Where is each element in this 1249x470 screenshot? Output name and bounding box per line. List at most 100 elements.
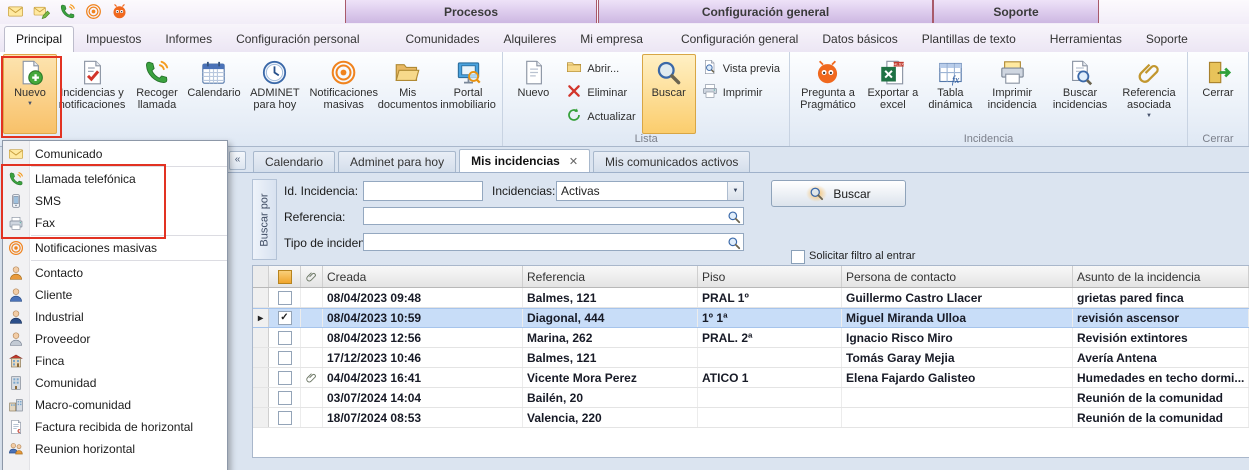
row-checkbox[interactable]: ✓ xyxy=(278,311,292,325)
grid-header-piso[interactable]: Piso xyxy=(698,266,842,287)
doc-tab-calendario[interactable]: Calendario xyxy=(253,151,335,172)
cell-checked[interactable] xyxy=(269,368,301,387)
search-icon[interactable] xyxy=(727,236,741,250)
row-checkbox[interactable] xyxy=(278,411,292,425)
menu-item-llamada-telefónica[interactable]: Llamada telefónica xyxy=(3,168,227,190)
ribbon-tab-datos-básicos[interactable]: Datos básicos xyxy=(810,26,909,52)
menu-item-cliente[interactable]: Cliente xyxy=(3,284,227,306)
buscar-incidencias-button[interactable]: Buscar incidencias xyxy=(1046,54,1114,134)
row-checkbox[interactable] xyxy=(278,291,292,305)
close-tab-icon[interactable]: ✕ xyxy=(569,156,578,168)
ribbon-tab-principal[interactable]: Principal xyxy=(4,26,74,52)
incidencias-combo[interactable]: Activas ▼ xyxy=(556,181,744,201)
tabla-dinámica-button[interactable]: fxTabla dinámica xyxy=(923,54,979,134)
solicitar-filtro-checkbox[interactable] xyxy=(791,250,805,264)
grid-header-persona[interactable]: Persona de contacto xyxy=(842,266,1073,287)
row-checkbox[interactable] xyxy=(278,351,292,365)
mail-icon[interactable] xyxy=(6,2,25,21)
ribbon-tab-configuración-general[interactable]: Configuración general xyxy=(669,26,810,52)
table-row[interactable]: 08/04/2023 09:48Balmes, 121PRAL 1ºGuille… xyxy=(253,288,1249,308)
tipo-incidencia-input[interactable] xyxy=(363,233,744,251)
menu-item-notificaciones-masivas[interactable]: Notificaciones masivas xyxy=(3,237,227,259)
ribbon-tab-configuración-personal[interactable]: Configuración personal xyxy=(224,26,371,52)
select-all-checkbox[interactable] xyxy=(278,270,292,284)
doc-tab-mis-comunicados-activos[interactable]: Mis comunicados activos xyxy=(593,151,750,172)
ribbon-tab-soporte[interactable]: Soporte xyxy=(1134,26,1200,52)
notificaciones-masivas-button[interactable]: Notificaciones masivas xyxy=(309,54,379,134)
ribbon-tab-alquileres[interactable]: Alquileres xyxy=(492,26,569,52)
buscar-button[interactable]: Buscar xyxy=(771,180,906,207)
cell-checked[interactable]: ✓ xyxy=(269,309,301,327)
abrir-button[interactable]: Abrir... xyxy=(562,58,639,79)
row-checkbox[interactable] xyxy=(278,371,292,385)
search-icon[interactable] xyxy=(727,210,741,224)
menu-item-factura-recibida-de-horizontal[interactable]: €Factura recibida de horizontal xyxy=(3,416,227,438)
menu-item-comunicado[interactable]: Comunicado xyxy=(3,143,227,165)
referencia-input[interactable] xyxy=(363,207,744,225)
table-row[interactable]: 08/04/2023 12:56Marina, 262PRAL. 2ªIgnac… xyxy=(253,328,1249,348)
cell-checked[interactable] xyxy=(269,288,301,307)
mass-notifications-icon[interactable] xyxy=(84,2,103,21)
id-incidencia-input[interactable] xyxy=(363,181,483,201)
menu-item-reunion-horizontal[interactable]: Reunion horizontal xyxy=(3,438,227,460)
imprimir-incidencia-button[interactable]: Imprimir incidencia xyxy=(978,54,1046,134)
ribbon-tab-informes[interactable]: Informes xyxy=(153,26,224,52)
combo-arrow-icon[interactable]: ▼ xyxy=(727,182,743,200)
scroll-tabs-left-button[interactable]: « xyxy=(229,151,246,170)
ribbon-tab-mi-empresa[interactable]: Mi empresa xyxy=(568,26,655,52)
incidencias-y-notificaciones-button[interactable]: Incidencias y notificaciones xyxy=(57,54,127,134)
pragmatico-icon[interactable] xyxy=(110,2,129,21)
table-row[interactable]: 18/07/2024 08:53Valencia, 220Reunión de … xyxy=(253,408,1249,428)
grid-header-referencia[interactable]: Referencia xyxy=(523,266,698,287)
referencia-asociada-button[interactable]: Referencia asociada▼ xyxy=(1114,54,1184,134)
adminet-para-hoy-button[interactable]: ADMINET para hoy xyxy=(241,54,309,134)
incoming-call-icon[interactable] xyxy=(58,2,77,21)
cell-checked[interactable] xyxy=(269,408,301,427)
cell-checked[interactable] xyxy=(269,348,301,367)
ribbon-tab-plantillas-de-texto[interactable]: Plantillas de texto xyxy=(910,26,1028,52)
doc-tab-mis-incidencias[interactable]: Mis incidencias✕ xyxy=(459,149,590,172)
menu-item-fax[interactable]: Fax xyxy=(3,212,227,234)
exportar-a-excel-button[interactable]: HLSXExportar a excel xyxy=(863,54,923,134)
doc-tab-adminet-para-hoy[interactable]: Adminet para hoy xyxy=(338,151,456,172)
table-row[interactable]: 04/04/2023 16:41Vicente Mora PerezATICO … xyxy=(253,368,1249,388)
buildings-icon xyxy=(8,397,24,413)
grid-body: 08/04/2023 09:48Balmes, 121PRAL 1ºGuille… xyxy=(253,288,1249,428)
menu-item-industrial[interactable]: Industrial xyxy=(3,306,227,328)
menu-item-finca[interactable]: Finca xyxy=(3,350,227,372)
pregunta-a-pragmático-button[interactable]: Pregunta a Pragmático xyxy=(793,54,863,134)
ribbon-tab-impuestos[interactable]: Impuestos xyxy=(74,26,153,52)
grid-header-asunto[interactable]: Asunto de la incidencia xyxy=(1073,266,1249,287)
menu-item-proveedor[interactable]: Proveedor xyxy=(3,328,227,350)
table-row[interactable]: 03/07/2024 14:04Bailén, 20Reunión de la … xyxy=(253,388,1249,408)
portal-inmobiliario-button[interactable]: Portal inmobiliario xyxy=(437,54,500,134)
table-row[interactable]: ▸✓08/04/2023 10:59Diagonal, 4441º 1ªMigu… xyxy=(253,308,1249,328)
eliminar-button[interactable]: Eliminar xyxy=(562,82,639,103)
compose-mail-icon[interactable] xyxy=(32,2,51,21)
ribbon-tab-herramientas[interactable]: Herramientas xyxy=(1038,26,1134,52)
calendario-button[interactable]: Calendario xyxy=(187,54,241,134)
new-plus-icon xyxy=(17,57,44,87)
row-checkbox[interactable] xyxy=(278,391,292,405)
imprimir-button[interactable]: Imprimir xyxy=(698,82,784,103)
row-checkbox[interactable] xyxy=(278,331,292,345)
table-row[interactable]: 17/12/2023 10:46Balmes, 121Tomás Garay M… xyxy=(253,348,1249,368)
buscar-button[interactable]: Buscar xyxy=(642,54,696,134)
menu-item-macro-comunidad[interactable]: Macro-comunidad xyxy=(3,394,227,416)
ribbon-tab-comunidades[interactable]: Comunidades xyxy=(394,26,492,52)
menu-item-sms[interactable]: SMS xyxy=(3,190,227,212)
menu-item-comunidad[interactable]: Comunidad xyxy=(3,372,227,394)
mis-documentos-button[interactable]: Mis documentos xyxy=(379,54,437,134)
menu-item-contacto[interactable]: Contacto xyxy=(3,262,227,284)
cell-checked[interactable] xyxy=(269,328,301,347)
nuevo-button[interactable]: Nuevo xyxy=(506,54,560,134)
recoger-llamada-button[interactable]: Recoger llamada xyxy=(127,54,187,134)
cell-creada: 08/04/2023 09:48 xyxy=(323,288,523,307)
phone-waves-icon xyxy=(143,57,170,87)
cerrar-button[interactable]: Cerrar xyxy=(1191,54,1245,134)
nuevo-button[interactable]: Nuevo▼ xyxy=(3,54,57,134)
grid-header-creada[interactable]: Creada xyxy=(323,266,523,287)
vista-previa-button[interactable]: Vista previa xyxy=(698,58,784,79)
cell-checked[interactable] xyxy=(269,388,301,407)
actualizar-button[interactable]: Actualizar xyxy=(562,106,639,127)
